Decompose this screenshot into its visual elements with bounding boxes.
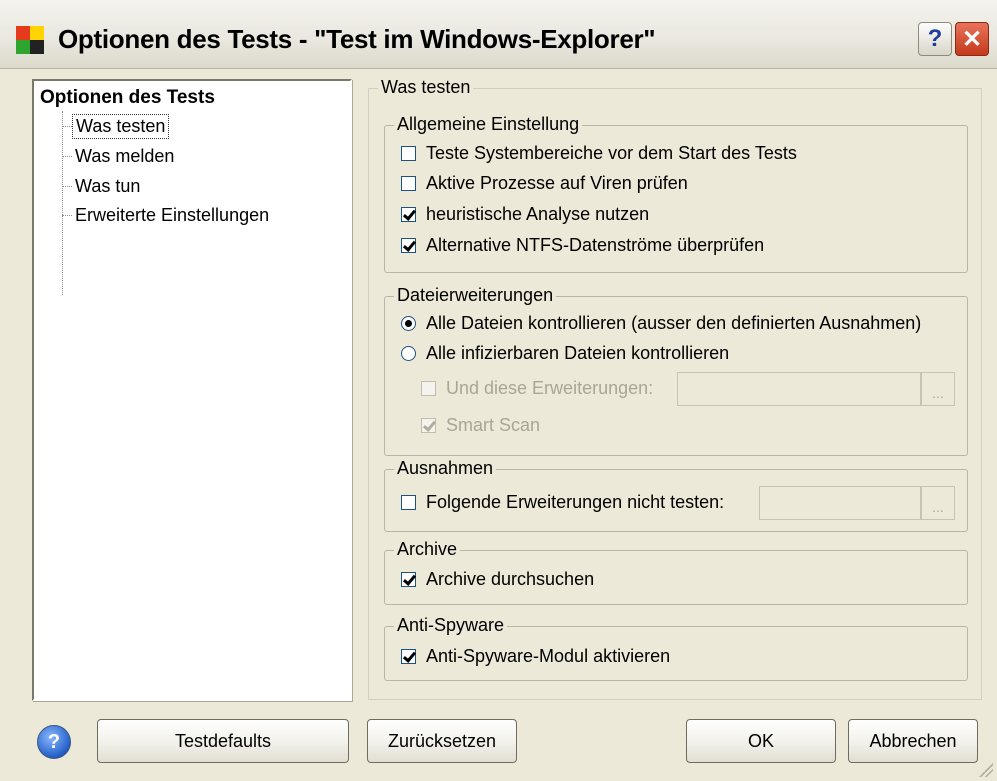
cancel-button[interactable]: Abbrechen — [848, 719, 978, 763]
extensions-input[interactable] — [677, 372, 921, 406]
option-and-these-extensions-checkbox[interactable] — [421, 381, 436, 396]
option-active-processes-checkbox[interactable] — [401, 176, 416, 191]
ok-button[interactable]: OK — [686, 719, 836, 763]
option-heuristic-checkbox[interactable] — [401, 207, 416, 222]
option-antispyware-module-checkbox[interactable] — [401, 649, 416, 664]
tree-item-label: Was tun — [75, 175, 141, 196]
help-button[interactable]: ? — [37, 725, 71, 759]
option-system-areas[interactable]: Teste Systembereiche vor dem Start des T… — [401, 143, 797, 164]
tree-item-was-melden[interactable]: Was melden — [62, 143, 177, 169]
option-active-processes-label: Aktive Prozesse auf Viren prüfen — [426, 173, 688, 193]
option-and-these-extensions[interactable]: Und diese Erweiterungen: — [421, 378, 653, 399]
reset-button[interactable]: Zurücksetzen — [367, 719, 517, 763]
group-exceptions-legend: Ausnahmen — [394, 458, 497, 479]
group-archive-legend: Archive — [394, 539, 461, 560]
tree-item-label: Erweiterte Einstellungen — [75, 204, 270, 225]
option-exclude-extensions[interactable]: Folgende Erweiterungen nicht testen: — [401, 492, 724, 513]
option-exclude-extensions-label: Folgende Erweiterungen nicht testen: — [426, 492, 725, 512]
extensions-browse-button[interactable]: ... — [921, 372, 955, 406]
tree-item-was-testen[interactable]: Was testen — [62, 113, 170, 139]
tree-item-erweiterte-einstellungen[interactable]: Erweiterte Einstellungen — [62, 202, 272, 228]
radio-infectable-files-label: Alle infizierbaren Dateien kontrollieren — [426, 343, 730, 363]
option-and-these-extensions-label: Und diese Erweiterungen: — [446, 378, 654, 398]
tree-item-was-tun[interactable]: Was tun — [62, 173, 143, 199]
exclude-extensions-browse-button[interactable]: ... — [921, 486, 955, 520]
tree-item-label: Was testen — [72, 113, 170, 139]
option-system-areas-label: Teste Systembereiche vor dem Start des T… — [426, 143, 797, 163]
title-bar[interactable]: Optionen des Tests - "Test im Windows-Ex… — [0, 0, 997, 69]
group-extensions-legend: Dateierweiterungen — [394, 285, 557, 306]
radio-all-files[interactable]: Alle Dateien kontrollieren (ausser den d… — [401, 313, 921, 334]
group-antispyware-legend: Anti-Spyware — [394, 615, 508, 636]
option-active-processes[interactable]: Aktive Prozesse auf Viren prüfen — [401, 173, 688, 194]
radio-all-files-button[interactable] — [401, 316, 416, 331]
option-antispyware-module[interactable]: Anti-Spyware-Modul aktivieren — [401, 646, 670, 667]
window-title: Optionen des Tests - "Test im Windows-Ex… — [58, 24, 656, 54]
resize-grip-icon[interactable] — [979, 763, 993, 777]
option-search-archives-label: Archive durchsuchen — [426, 569, 595, 589]
app-logo-icon — [16, 26, 44, 54]
options-tree[interactable]: Optionen des Tests Was testen Was melden… — [32, 79, 352, 701]
radio-infectable-files-button[interactable] — [401, 346, 416, 361]
option-system-areas-checkbox[interactable] — [401, 146, 416, 161]
option-search-archives[interactable]: Archive durchsuchen — [401, 569, 594, 590]
option-smart-scan-label: Smart Scan — [446, 415, 541, 435]
option-heuristic[interactable]: heuristische Analyse nutzen — [401, 204, 649, 225]
close-button[interactable]: ✕ — [955, 22, 989, 56]
exclude-extensions-input[interactable] — [759, 486, 921, 520]
radio-infectable-files[interactable]: Alle infizierbaren Dateien kontrollieren — [401, 343, 729, 364]
options-dialog: Optionen des Tests - "Test im Windows-Ex… — [0, 0, 997, 781]
panel-legend: Was testen — [378, 77, 474, 98]
option-ntfs-streams-checkbox[interactable] — [401, 238, 416, 253]
tree-item-label: Was melden — [75, 145, 175, 166]
option-smart-scan[interactable]: Smart Scan — [421, 415, 540, 436]
testdefaults-button[interactable]: Testdefaults — [97, 719, 349, 763]
option-smart-scan-checkbox[interactable] — [421, 418, 436, 433]
option-heuristic-label: heuristische Analyse nutzen — [426, 204, 650, 224]
option-exclude-extensions-checkbox[interactable] — [401, 495, 416, 510]
option-antispyware-module-label: Anti-Spyware-Modul aktivieren — [426, 646, 671, 666]
tree-root-label[interactable]: Optionen des Tests — [40, 87, 215, 109]
group-general-legend: Allgemeine Einstellung — [394, 114, 583, 135]
option-ntfs-streams-label: Alternative NTFS-Datenströme überprüfen — [426, 235, 765, 255]
option-ntfs-streams[interactable]: Alternative NTFS-Datenströme überprüfen — [401, 235, 764, 256]
option-search-archives-checkbox[interactable] — [401, 572, 416, 587]
title-help-button[interactable]: ? — [918, 22, 952, 56]
radio-all-files-label: Alle Dateien kontrollieren (ausser den d… — [426, 313, 922, 333]
